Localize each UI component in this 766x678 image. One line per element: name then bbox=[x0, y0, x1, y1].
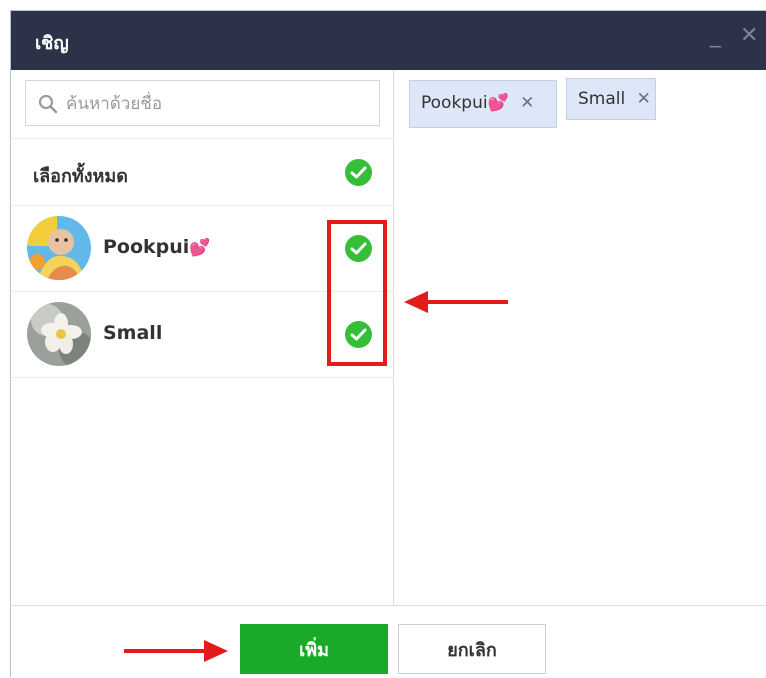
titlebar: เชิญ _ ✕ bbox=[11, 11, 766, 70]
selected-chip-small: Small ✕ bbox=[566, 78, 656, 120]
check-icon[interactable] bbox=[345, 159, 372, 186]
select-all-row[interactable]: เลือกทั้งหมด bbox=[11, 138, 393, 206]
friend-name: Small bbox=[103, 322, 163, 344]
chip-label: Small bbox=[578, 89, 626, 109]
select-all-label: เลือกทั้งหมด bbox=[33, 166, 128, 187]
chip-label: Pookpui bbox=[421, 93, 488, 113]
annotation-arrow-left-icon bbox=[404, 291, 508, 313]
close-icon[interactable]: ✕ bbox=[637, 89, 651, 109]
cancel-button[interactable]: ยกเลิก bbox=[398, 624, 546, 674]
selected-pane: Pookpui💕 ✕ Small ✕ bbox=[394, 70, 766, 605]
heart-emoji: 💕 bbox=[487, 93, 509, 113]
close-icon[interactable]: ✕ bbox=[520, 93, 534, 113]
friend-list-pane: เลือกทั้งหมด Pookpui💕 bbox=[11, 70, 394, 605]
avatar bbox=[27, 302, 91, 366]
friend-name: Pookpui💕 bbox=[103, 236, 211, 258]
add-button[interactable]: เพิ่ม bbox=[240, 624, 388, 674]
search-input[interactable] bbox=[64, 87, 368, 121]
invite-dialog: เชิญ _ ✕ เลือกทั้งหมด bbox=[10, 10, 766, 678]
annotation-highlight-box bbox=[327, 220, 387, 366]
heart-emoji: 💕 bbox=[189, 238, 211, 258]
minimize-button[interactable]: _ bbox=[710, 25, 721, 47]
avatar bbox=[27, 216, 91, 280]
dialog-title: เชิญ bbox=[35, 33, 69, 54]
search-icon bbox=[38, 94, 58, 114]
close-button[interactable]: ✕ bbox=[740, 25, 758, 47]
annotation-arrow-right-icon bbox=[124, 640, 228, 662]
selected-chip-pookpui: Pookpui💕 ✕ bbox=[409, 80, 557, 128]
search-box[interactable] bbox=[25, 80, 380, 126]
